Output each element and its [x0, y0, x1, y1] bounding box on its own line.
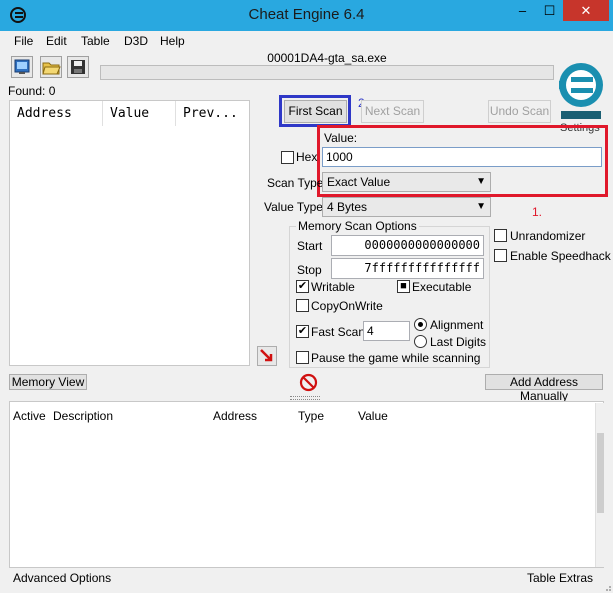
- red-arrow-icon: [260, 349, 273, 362]
- address-list[interactable]: Active Description Address Type Value: [9, 401, 604, 568]
- scrollbar-thumb[interactable]: [597, 433, 604, 513]
- splitter-handle[interactable]: [290, 396, 320, 400]
- last-digits-label: Last Digits: [430, 335, 487, 349]
- executable-checkbox[interactable]: ■: [397, 280, 410, 293]
- address-list-scrollbar[interactable]: [595, 403, 604, 567]
- chevron-down-icon: ▼: [476, 176, 486, 187]
- pause-game-checkbox[interactable]: [296, 351, 309, 364]
- unrandomizer-label: Unrandomizer: [510, 229, 586, 243]
- stop-address-input[interactable]: 7fffffffffffffff: [331, 258, 484, 279]
- stop-label: Stop: [297, 263, 322, 277]
- address-column-value[interactable]: Value: [358, 409, 388, 423]
- menu-bar: File Edit Table D3D Help: [0, 31, 613, 51]
- writable-checkbox[interactable]: ✔: [296, 280, 309, 293]
- scan-type-value: Exact Value: [327, 175, 391, 189]
- start-label: Start: [297, 239, 323, 253]
- scan-type-label: Scan Type: [267, 176, 324, 190]
- hex-checkbox[interactable]: [281, 151, 294, 164]
- fast-scan-input[interactable]: 4: [363, 321, 410, 341]
- title-bar: Cheat Engine 6.4 ‒ ☐ ✕: [0, 0, 613, 31]
- value-type-value: 4 Bytes: [327, 200, 368, 214]
- last-digits-radio[interactable]: [414, 335, 427, 348]
- value-type-select[interactable]: 4 Bytes ▼: [322, 197, 491, 217]
- copy-on-write-label: CopyOnWrite: [311, 299, 383, 313]
- start-address-input[interactable]: 0000000000000000: [331, 235, 484, 256]
- speedhack-checkbox[interactable]: [494, 249, 507, 262]
- add-to-list-button[interactable]: [257, 346, 277, 366]
- add-address-manually-button[interactable]: Add Address Manually: [485, 374, 603, 403]
- alignment-label: Alignment: [430, 318, 484, 332]
- hex-label: Hex: [296, 150, 318, 164]
- menu-help[interactable]: Help: [160, 34, 185, 48]
- chevron-down-icon: ▼: [476, 201, 486, 212]
- scan-type-select[interactable]: Exact Value ▼: [322, 172, 491, 192]
- results-column-address[interactable]: Address: [10, 101, 103, 126]
- advanced-options-link[interactable]: Advanced Options: [13, 571, 111, 585]
- open-file-icon: [42, 62, 61, 75]
- undo-scan-button[interactable]: Undo Scan: [488, 100, 551, 123]
- alignment-radio[interactable]: [414, 318, 427, 331]
- address-column-address[interactable]: Address: [213, 409, 257, 423]
- value-label: Value:: [324, 131, 358, 145]
- fast-scan-checkbox[interactable]: ✔: [296, 325, 309, 338]
- resize-grip-icon[interactable]: [603, 583, 612, 592]
- address-column-description[interactable]: Description: [53, 409, 113, 423]
- select-process-button[interactable]: [11, 56, 33, 78]
- scan-results-list[interactable]: Address Value Prev...: [9, 100, 250, 366]
- memory-scan-options-title: Memory Scan Options: [296, 219, 419, 233]
- fast-scan-label: Fast Scan: [311, 325, 366, 339]
- copy-on-write-checkbox[interactable]: [296, 299, 309, 312]
- open-file-button[interactable]: [40, 56, 62, 78]
- memory-view-button[interactable]: Memory View: [9, 374, 87, 390]
- menu-edit[interactable]: Edit: [46, 34, 67, 48]
- results-column-value[interactable]: Value: [103, 101, 176, 126]
- cheat-engine-logo-icon[interactable]: [553, 55, 608, 127]
- table-extras-link[interactable]: Table Extras: [527, 571, 593, 585]
- close-button[interactable]: ✕: [563, 0, 609, 21]
- scan-value-input[interactable]: 1000: [322, 147, 602, 167]
- minimize-button[interactable]: ‒: [509, 0, 536, 21]
- pause-game-label: Pause the game while scanning: [311, 351, 481, 365]
- process-name: 00001DA4-gta_sa.exe: [267, 51, 387, 65]
- radio-selected-dot: [418, 322, 423, 327]
- address-column-active[interactable]: Active: [13, 409, 46, 423]
- menu-file[interactable]: File: [14, 34, 33, 48]
- select-process-icon: [14, 59, 30, 74]
- save-file-button[interactable]: [67, 56, 89, 78]
- menu-d3d[interactable]: D3D: [124, 34, 148, 48]
- found-count: Found: 0: [8, 84, 56, 98]
- annotation-step-1: 1.: [532, 205, 543, 219]
- save-file-icon: [71, 60, 85, 74]
- value-type-label: Value Type: [264, 200, 323, 214]
- executable-label: Executable: [412, 280, 472, 294]
- results-column-previous[interactable]: Prev...: [176, 101, 249, 126]
- first-scan-button[interactable]: First Scan: [284, 100, 347, 123]
- next-scan-button[interactable]: Next Scan: [361, 100, 424, 123]
- menu-table[interactable]: Table: [81, 34, 110, 48]
- speedhack-label: Enable Speedhack: [510, 249, 611, 263]
- unrandomizer-checkbox[interactable]: [494, 229, 507, 242]
- scan-progress-bar: [100, 65, 554, 80]
- stop-icon[interactable]: [299, 373, 318, 392]
- writable-label: Writable: [311, 280, 355, 294]
- maximize-button[interactable]: ☐: [536, 0, 563, 21]
- address-column-type[interactable]: Type: [298, 409, 324, 423]
